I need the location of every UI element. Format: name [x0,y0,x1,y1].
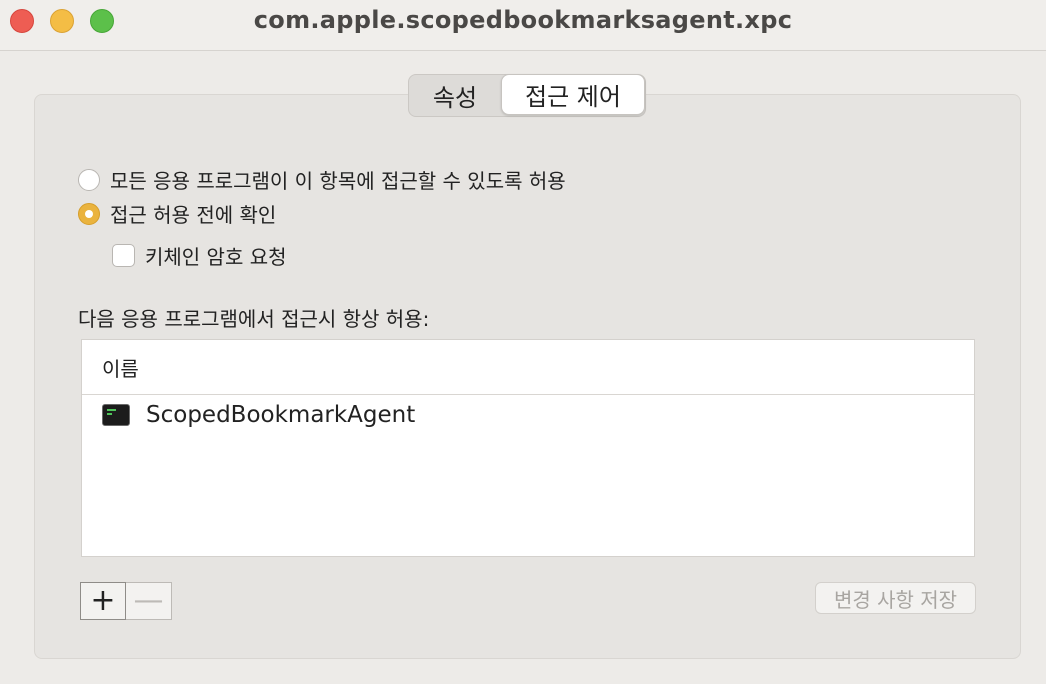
radio-confirm-row[interactable]: 접근 허용 전에 확인 [78,199,276,228]
radio-allow-all-label[interactable]: 모든 응용 프로그램이 이 항목에 접근할 수 있도록 허용 [110,165,566,194]
apps-table: 이름 ScopedBookmarkAgent [81,339,975,557]
column-header-name[interactable]: 이름 [82,340,974,395]
radio-allow-all-row[interactable]: 모든 응용 프로그램이 이 항목에 접근할 수 있도록 허용 [78,165,566,194]
keychain-password-label[interactable]: 키체인 암호 요청 [145,241,287,270]
remove-app-button[interactable]: — [126,582,172,620]
window-title: com.apple.scopedbookmarksagent.xpc [253,6,793,34]
radio-confirm-label[interactable]: 접근 허용 전에 확인 [110,199,276,228]
keychain-password-checkbox[interactable] [112,244,135,267]
table-row[interactable]: ScopedBookmarkAgent [82,395,974,435]
column-header-label: 이름 [102,356,139,381]
save-changes-button[interactable]: 변경 사항 저장 [815,582,976,614]
app-name: ScopedBookmarkAgent [146,402,416,428]
tab-bar: 속성 접근 제어 [408,74,646,117]
add-remove-buttons: + — [80,582,172,620]
title-bar: com.apple.scopedbookmarksagent.xpc [0,0,1046,51]
keychain-password-row[interactable]: 키체인 암호 요청 [112,241,287,270]
add-app-button[interactable]: + [80,582,126,620]
tab-access-control[interactable]: 접근 제어 [501,74,645,115]
terminal-app-icon [102,404,130,426]
tab-attributes[interactable]: 속성 [409,75,501,116]
radio-allow-all[interactable] [78,168,100,191]
apps-list-label: 다음 응용 프로그램에서 접근시 항상 허용: [78,307,430,331]
radio-confirm[interactable] [78,202,100,225]
